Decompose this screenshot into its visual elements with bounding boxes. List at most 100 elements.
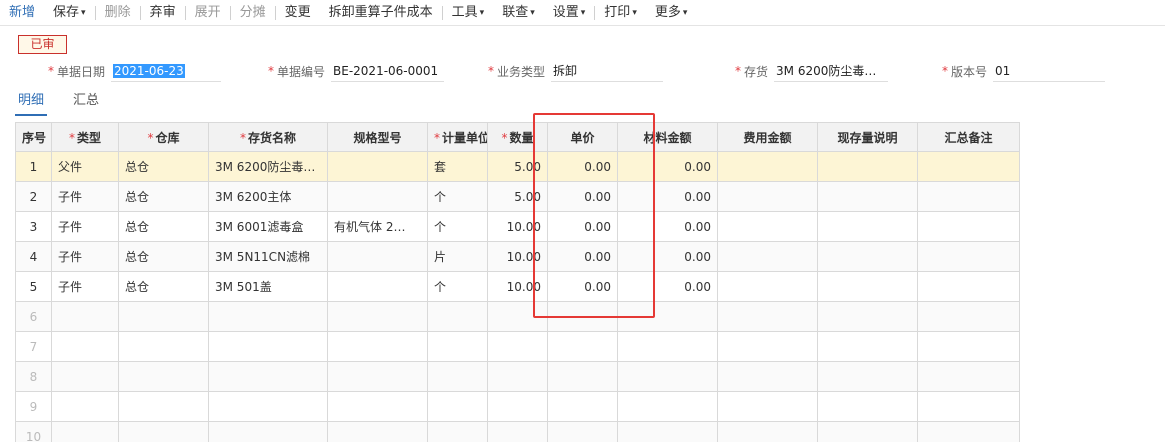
table-row[interactable]: 1 父件 总仓 3M 6200防尘毒… 套 5.00 0.00 0.00	[15, 151, 1020, 182]
version-field[interactable]: 01	[993, 60, 1106, 82]
table-row[interactable]: 2 子件 总仓 3M 6200主体 个 5.00 0.00 0.00	[15, 181, 1020, 212]
unit-cell[interactable]: 个	[427, 211, 488, 242]
name-cell[interactable]: 3M 501盖	[208, 271, 328, 302]
column-header[interactable]: 现存量说明	[817, 122, 918, 152]
price-cell[interactable]: 0.00	[547, 211, 618, 242]
status-badge: 已审	[18, 35, 67, 54]
code-field[interactable]: BE-2021-06-0001	[331, 60, 445, 82]
fee-amount-cell[interactable]	[717, 271, 818, 302]
column-header[interactable]: 单价	[547, 122, 618, 152]
column-header[interactable]: * 仓库	[118, 122, 209, 152]
column-header[interactable]: 规格型号	[327, 122, 428, 152]
name-cell[interactable]: 3M 6200主体	[208, 181, 328, 212]
recalc-cost-button[interactable]: 拆卸重算子件成本	[320, 0, 442, 26]
column-header[interactable]: * 存货名称	[208, 122, 328, 152]
stock-note-cell[interactable]	[817, 271, 918, 302]
qty-cell[interactable]: 10.00	[487, 241, 548, 272]
table-row[interactable]: 3 子件 总仓 3M 6001滤毒盒 有机气体 2… 个 10.00 0.00 …	[15, 211, 1020, 242]
unaudit-button[interactable]: 弃审	[141, 0, 185, 26]
remark-cell[interactable]	[917, 241, 1020, 272]
column-header[interactable]: * 类型	[51, 122, 119, 152]
name-cell[interactable]: 3M 6200防尘毒…	[208, 151, 328, 182]
qty-cell[interactable]: 10.00	[487, 211, 548, 242]
stock-note-cell[interactable]	[817, 241, 918, 272]
material-amount-cell[interactable]: 0.00	[617, 151, 718, 182]
type-cell[interactable]: 子件	[51, 211, 119, 242]
unit-cell[interactable]: 片	[427, 241, 488, 272]
remark-cell[interactable]	[917, 211, 1020, 242]
material-amount-cell[interactable]: 0.00	[617, 271, 718, 302]
change-button[interactable]: 变更	[276, 0, 320, 26]
qty-cell[interactable]: 5.00	[487, 151, 548, 182]
warehouse-cell[interactable]: 总仓	[118, 151, 209, 182]
new-button[interactable]: 新增	[0, 0, 44, 26]
query-menu[interactable]: 联查 ▾	[493, 0, 544, 26]
unit-cell[interactable]: 套	[427, 151, 488, 182]
stock-note-cell[interactable]	[817, 211, 918, 242]
fee-amount-cell[interactable]	[717, 211, 818, 242]
fee-amount-cell[interactable]	[717, 241, 818, 272]
type-cell[interactable]: 子件	[51, 181, 119, 212]
warehouse-cell[interactable]: 总仓	[118, 241, 209, 272]
warehouse-cell[interactable]: 总仓	[118, 211, 209, 242]
column-header[interactable]: 序号	[15, 122, 52, 152]
name-cell[interactable]: 3M 6001滤毒盒	[208, 211, 328, 242]
tab-summary[interactable]: 汇总	[73, 90, 99, 116]
table-row-empty[interactable]: 8	[15, 361, 1020, 392]
expand-button[interactable]: 展开	[186, 0, 230, 26]
column-header[interactable]: 费用金额	[717, 122, 818, 152]
table-row-empty[interactable]: 6	[15, 301, 1020, 332]
type-cell[interactable]: 子件	[51, 241, 119, 272]
table-row-empty[interactable]: 7	[15, 331, 1020, 362]
fee-amount-cell[interactable]	[717, 181, 818, 212]
allocate-button[interactable]: 分摊	[231, 0, 275, 26]
fee-amount-cell[interactable]	[717, 151, 818, 182]
material-amount-cell[interactable]: 0.00	[617, 181, 718, 212]
price-cell[interactable]: 0.00	[547, 151, 618, 182]
more-menu[interactable]: 更多 ▾	[646, 0, 697, 26]
save-button[interactable]: 保存 ▾	[44, 0, 95, 26]
delete-button[interactable]: 删除	[96, 0, 140, 26]
price-cell[interactable]: 0.00	[547, 271, 618, 302]
detail-grid: 序号 * 类型 * 仓库 * 存货名称 规格型号 * 计量单位 * 数量 单价 材料金额 …	[15, 122, 1020, 442]
table-row-empty[interactable]: 10	[15, 421, 1020, 442]
table-row[interactable]: 4 子件 总仓 3M 5N11CN滤棉 片 10.00 0.00 0.00	[15, 241, 1020, 272]
material-amount-cell[interactable]: 0.00	[617, 211, 718, 242]
remark-cell[interactable]	[917, 181, 1020, 212]
material-amount-cell[interactable]: 0.00	[617, 241, 718, 272]
date-field[interactable]: 2021-06-23	[111, 60, 222, 82]
tools-menu[interactable]: 工具 ▾	[443, 0, 494, 26]
name-cell[interactable]: 3M 5N11CN滤棉	[208, 241, 328, 272]
unit-cell[interactable]: 个	[427, 271, 488, 302]
price-cell[interactable]: 0.00	[547, 241, 618, 272]
spec-cell[interactable]	[327, 271, 428, 302]
type-cell[interactable]: 子件	[51, 271, 119, 302]
inventory-field[interactable]: 3M 6200防尘毒…	[774, 60, 889, 82]
qty-cell[interactable]: 10.00	[487, 271, 548, 302]
spec-cell[interactable]	[327, 181, 428, 212]
tab-detail[interactable]: 明细	[15, 90, 48, 116]
spec-cell[interactable]: 有机气体 2…	[327, 211, 428, 242]
table-row-empty[interactable]: 9	[15, 391, 1020, 422]
column-header[interactable]: * 数量	[487, 122, 548, 152]
stock-note-cell[interactable]	[817, 181, 918, 212]
remark-cell[interactable]	[917, 271, 1020, 302]
warehouse-cell[interactable]: 总仓	[118, 271, 209, 302]
print-menu[interactable]: 打印 ▾	[595, 0, 646, 26]
biz-type-field[interactable]: 拆卸	[551, 60, 664, 82]
table-row[interactable]: 5 子件 总仓 3M 501盖 个 10.00 0.00 0.00	[15, 271, 1020, 302]
stock-note-cell[interactable]	[817, 151, 918, 182]
settings-menu[interactable]: 设置 ▾	[544, 0, 595, 26]
spec-cell[interactable]	[327, 241, 428, 272]
remark-cell[interactable]	[917, 151, 1020, 182]
column-header[interactable]: * 计量单位	[427, 122, 488, 152]
column-header[interactable]: 汇总备注	[917, 122, 1020, 152]
qty-cell[interactable]: 5.00	[487, 181, 548, 212]
warehouse-cell[interactable]: 总仓	[118, 181, 209, 212]
detail-tabs: 明细 汇总	[15, 90, 125, 116]
spec-cell[interactable]	[327, 151, 428, 182]
unit-cell[interactable]: 个	[427, 181, 488, 212]
price-cell[interactable]: 0.00	[547, 181, 618, 212]
column-header[interactable]: 材料金额	[617, 122, 718, 152]
type-cell[interactable]: 父件	[51, 151, 119, 182]
